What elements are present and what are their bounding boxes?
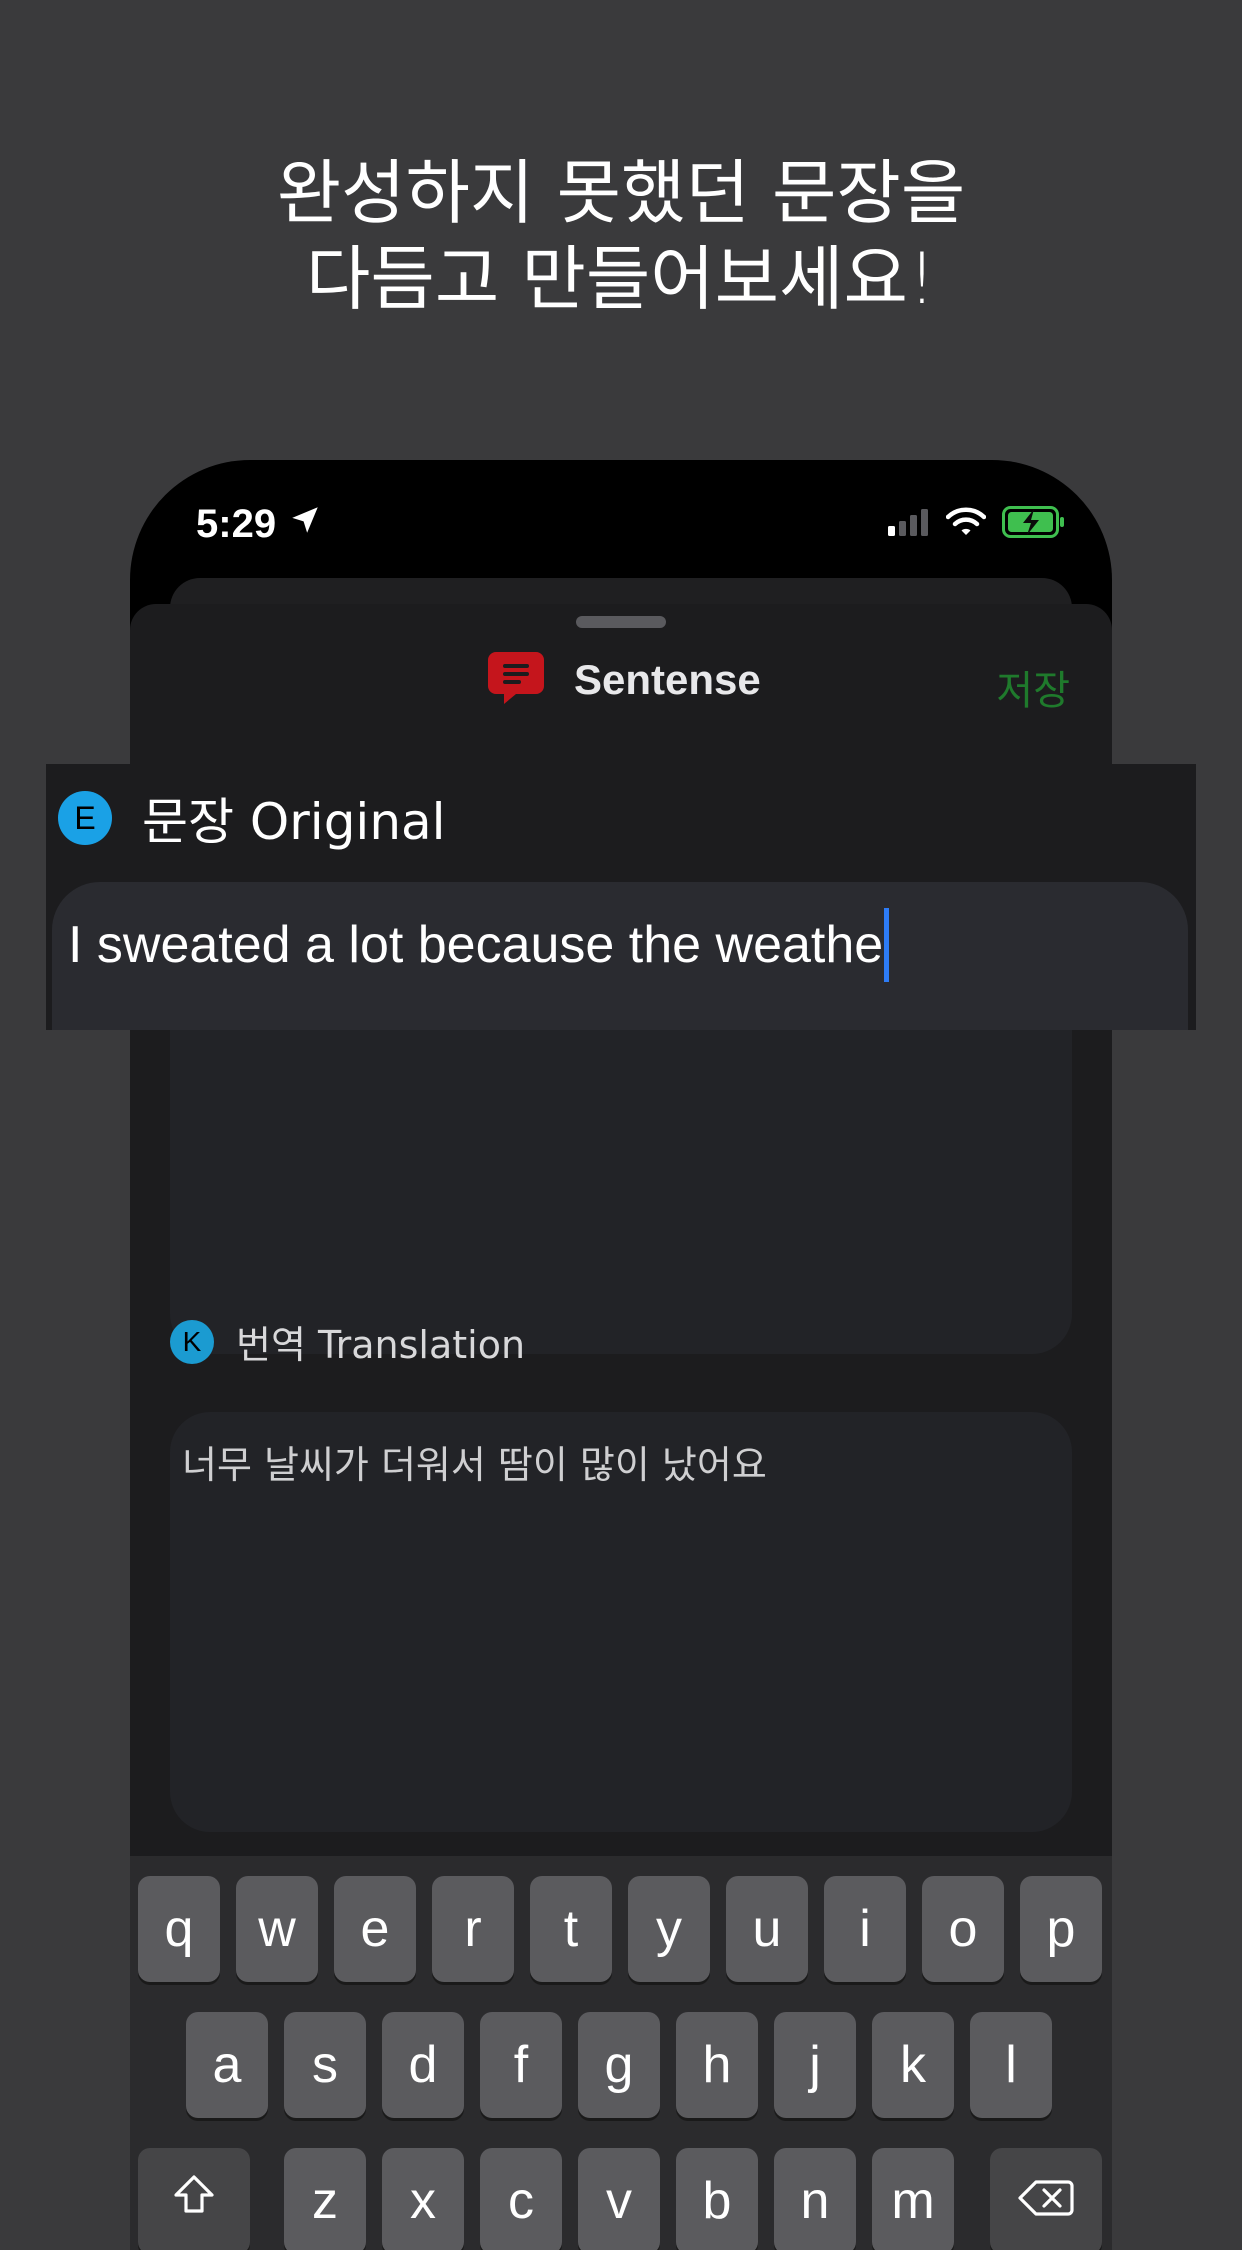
key-s[interactable]: s (284, 2012, 366, 2118)
key-u[interactable]: u (726, 1876, 808, 1982)
promo-headline-line1: 완성하지 못했던 문장을 (276, 152, 966, 234)
phone-frame: 5:29 Sentense 저장 K 번역 Translation 너무 날씨가… (130, 460, 1112, 2250)
cellular-signal-icon (888, 508, 930, 540)
key-z[interactable]: z (284, 2148, 366, 2250)
english-badge-icon: E (58, 791, 112, 845)
original-label-text: 문장 Original (142, 793, 446, 851)
backspace-icon (1018, 2171, 1074, 2231)
translation-field[interactable]: 너무 날씨가 더워서 땀이 많이 났어요 (170, 1412, 1072, 1832)
korean-badge-icon: K (170, 1319, 214, 1364)
key-c[interactable]: c (480, 2148, 562, 2250)
key-l[interactable]: l (970, 2012, 1052, 2118)
chat-bubble-icon (486, 650, 546, 710)
original-input-field[interactable]: I sweated a lot because the weathe (52, 882, 1188, 1030)
promo-headline-line2: 다듬고 만들어보세요! (306, 238, 936, 320)
key-j[interactable]: j (774, 2012, 856, 2118)
translation-label: K 번역 Translation (170, 1314, 525, 1369)
key-h[interactable]: h (676, 2012, 758, 2118)
key-b[interactable]: b (676, 2148, 758, 2250)
sheet-grabber[interactable] (576, 616, 666, 628)
key-a[interactable]: a (186, 2012, 268, 2118)
save-button[interactable]: 저장 (996, 658, 1070, 716)
key-o[interactable]: o (922, 1876, 1004, 1982)
key-d[interactable]: d (382, 2012, 464, 2118)
original-input[interactable]: I sweated a lot because the weathe (68, 908, 890, 982)
original-field-lower[interactable] (170, 984, 1072, 1354)
key-g[interactable]: g (578, 2012, 660, 2118)
status-bar-icons (888, 506, 1066, 542)
keyboard: q w e r t y u i o p a s d f g h j k l z … (130, 1856, 1112, 2250)
shift-key[interactable] (138, 2148, 250, 2250)
delete-key[interactable] (990, 2148, 1102, 2250)
original-section-callout: E 문장 Original I sweated a lot because th… (46, 764, 1196, 1030)
original-input-text: I sweated a lot because the weathe (68, 916, 884, 974)
key-m[interactable]: m (872, 2148, 954, 2250)
wifi-icon (945, 507, 987, 541)
key-r[interactable]: r (432, 1876, 514, 1982)
key-e[interactable]: e (334, 1876, 416, 1982)
key-f[interactable]: f (480, 2012, 562, 2118)
promo-headline: 완성하지 못했던 문장을 다듬고 만들어보세요! (0, 150, 1242, 322)
status-time: 5:29 (196, 502, 277, 546)
nav-title-group: Sentense (486, 650, 761, 710)
key-n[interactable]: n (774, 2148, 856, 2250)
key-x[interactable]: x (382, 2148, 464, 2250)
status-bar-time-group: 5:29 (196, 502, 322, 547)
original-label: E 문장 Original (58, 782, 446, 854)
battery-charging-icon (1002, 506, 1066, 542)
key-k[interactable]: k (872, 2012, 954, 2118)
translation-label-text: 번역 Translation (236, 1323, 526, 1367)
app-title: Sentense (574, 656, 761, 703)
key-v[interactable]: v (578, 2148, 660, 2250)
text-cursor (884, 908, 890, 982)
key-y[interactable]: y (628, 1876, 710, 1982)
key-q[interactable]: q (138, 1876, 220, 1982)
shift-icon (170, 2171, 218, 2232)
nav-bar: Sentense 저장 (130, 644, 1112, 724)
translation-text: 너무 날씨가 더워서 땀이 많이 났어요 (182, 1443, 767, 1487)
key-w[interactable]: w (236, 1876, 318, 1982)
key-i[interactable]: i (824, 1876, 906, 1982)
key-p[interactable]: p (1020, 1876, 1102, 1982)
key-t[interactable]: t (530, 1876, 612, 1982)
location-arrow-icon (288, 502, 322, 547)
